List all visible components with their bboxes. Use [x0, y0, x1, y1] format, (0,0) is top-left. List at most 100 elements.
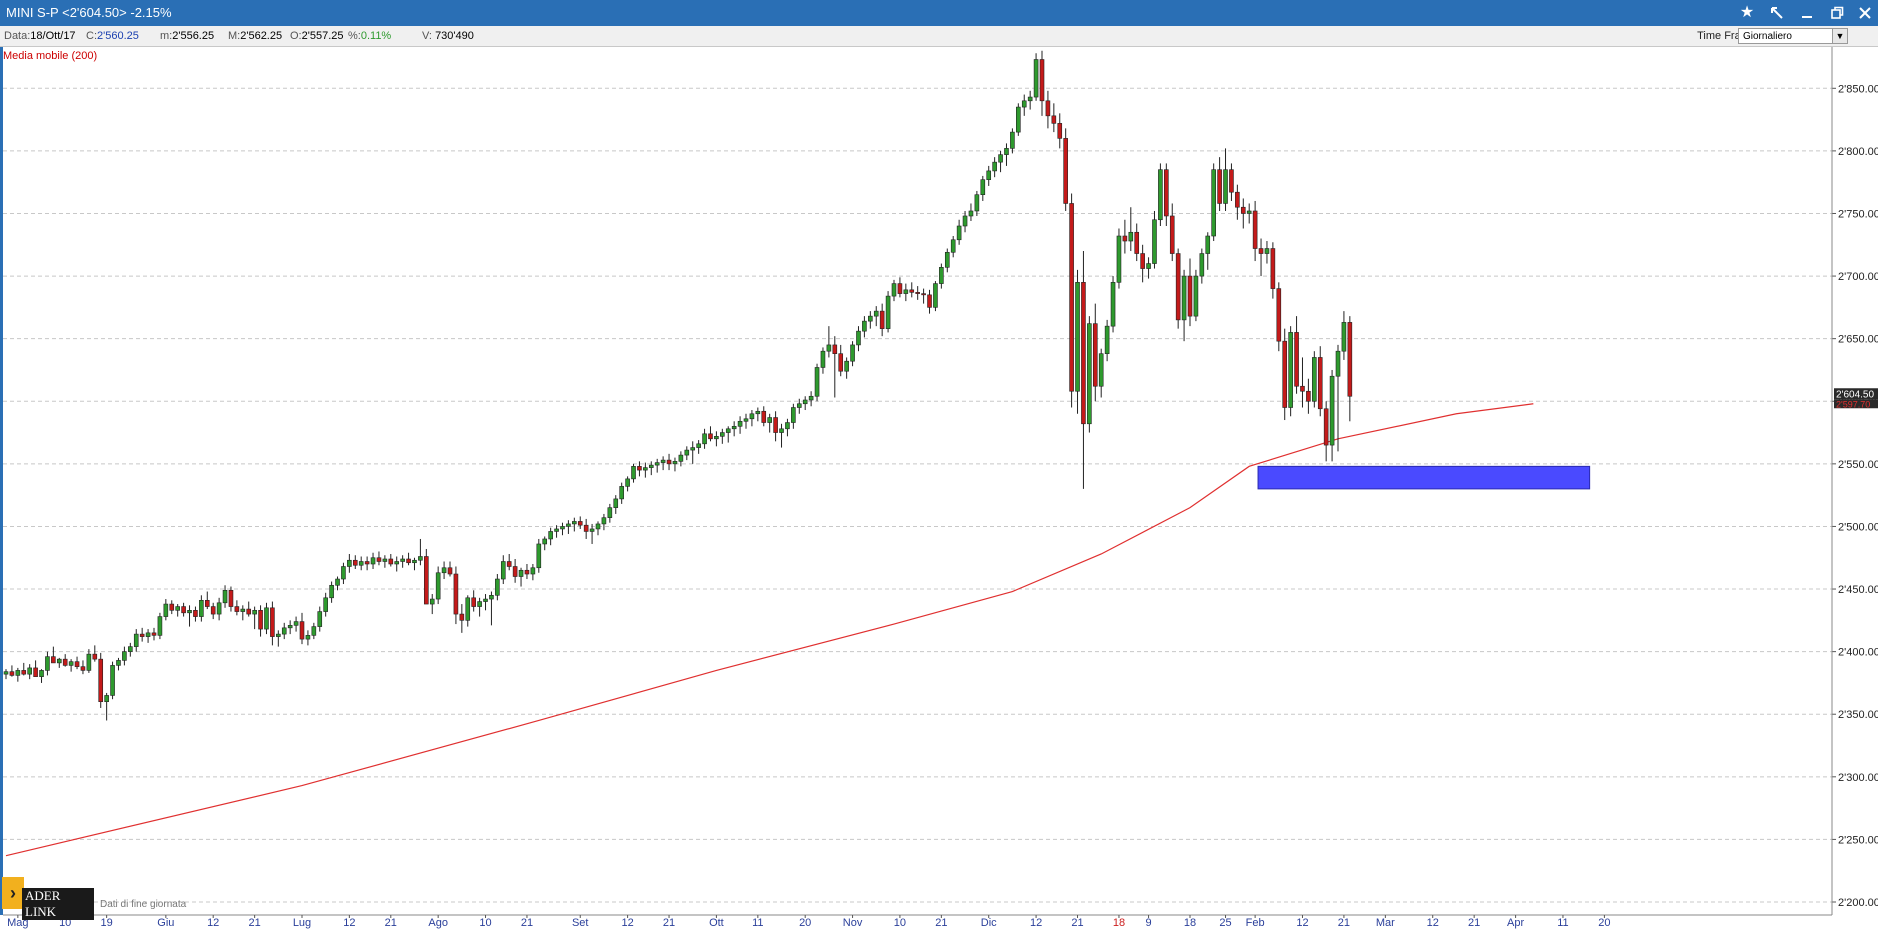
volume-value: 730'490: [435, 30, 474, 42]
candle-body: [891, 283, 897, 297]
candle-body: [1140, 253, 1145, 269]
candle-body: [802, 399, 808, 405]
candle-body: [631, 466, 636, 480]
x-tick-label: 11: [752, 917, 763, 929]
candle-body: [9, 671, 15, 676]
candle-body: [1223, 169, 1228, 204]
candle-body: [1300, 385, 1305, 392]
candle-body: [933, 283, 938, 308]
candle-body: [1092, 323, 1098, 387]
candle-body: [1110, 282, 1116, 327]
min-value: 2'556.25: [172, 30, 215, 42]
restore-icon[interactable]: [1826, 3, 1848, 23]
candle-body: [210, 606, 216, 615]
candle-body: [921, 293, 926, 296]
candle-body: [1264, 248, 1270, 254]
candle-body: [264, 607, 269, 630]
candle-body: [1069, 203, 1074, 392]
candle-body: [589, 528, 595, 532]
candle-body: [826, 344, 832, 352]
y-tick-label: 2'450.00: [1838, 584, 1878, 596]
candle-body: [299, 621, 305, 640]
candle-body: [950, 239, 956, 253]
candle-body: [347, 559, 352, 567]
candle-body: [637, 466, 642, 471]
candle-body: [92, 653, 98, 660]
y-tick-label: 2'750.00: [1838, 208, 1878, 220]
candle-body: [678, 454, 684, 462]
candle-body: [613, 498, 619, 508]
candle-body: [607, 507, 613, 518]
candle-body: [725, 428, 731, 433]
timeframe-select[interactable]: Giornaliero ▼: [1738, 28, 1848, 44]
candle-body: [773, 417, 778, 433]
candle-body: [708, 433, 713, 440]
candle-body: [1329, 375, 1335, 446]
candle-body: [193, 610, 198, 617]
candle-body: [566, 523, 571, 527]
close-icon[interactable]: [1854, 3, 1876, 23]
candle-body: [406, 558, 411, 564]
candle-body: [998, 154, 1003, 163]
candle-body: [56, 658, 62, 664]
candle-body: [862, 320, 867, 332]
x-tick-label: 21: [1338, 917, 1350, 929]
candle-body: [1175, 253, 1181, 321]
candle-body: [1187, 275, 1193, 317]
x-tick-label: Ott: [709, 917, 724, 929]
x-tick-label: 11: [1557, 917, 1568, 929]
candle-body: [169, 603, 175, 611]
candle-body: [814, 367, 820, 397]
candle-body: [465, 597, 471, 621]
candle-body: [791, 407, 796, 423]
x-tick-label: Dic: [981, 917, 997, 929]
candle-body: [317, 611, 323, 627]
quote-info-bar: Data:18/Ott/17 C:2'560.25 m:2'556.25 M:2…: [0, 26, 1878, 47]
candle-body: [122, 651, 127, 661]
candle-body: [453, 573, 459, 615]
candlestick-chart[interactable]: 2'200.00 2'250.00 2'300.00 2'350.00 2'400.00…: [0, 47, 1878, 929]
candle-body: [1010, 131, 1015, 149]
date-label: Data:: [4, 30, 31, 42]
candle-body: [27, 667, 32, 675]
candle-body: [1193, 275, 1199, 317]
minimize-icon[interactable]: [1796, 3, 1818, 23]
candle-body: [246, 608, 252, 615]
candle-body: [583, 524, 589, 532]
timeframe-value: Giornaliero: [1743, 31, 1792, 42]
candle-body: [240, 608, 246, 612]
close-value: 2'560.25: [97, 30, 139, 42]
candle-body: [157, 616, 163, 636]
x-tick-label: 21: [385, 917, 397, 929]
candle-body: [495, 578, 500, 596]
candle-body: [370, 557, 376, 565]
candle-body: [270, 607, 275, 637]
x-tick-label: 19: [101, 917, 113, 929]
candle-body: [506, 561, 512, 567]
x-tick-label: Feb: [1246, 917, 1265, 929]
candle-body: [252, 610, 257, 615]
max-value: 2'562.25: [240, 30, 283, 42]
candle-body: [1181, 275, 1187, 321]
moving-average-legend: Media mobile (200): [3, 50, 98, 62]
draw-tool-icon[interactable]: [1766, 3, 1788, 23]
candle-body: [980, 179, 986, 196]
chart-area[interactable]: 2'200.00 2'250.00 2'300.00 2'350.00 2'400.00…: [0, 47, 1878, 929]
candle-body: [654, 462, 660, 466]
candle-body: [116, 660, 121, 666]
candle-body: [968, 210, 974, 217]
x-tick-label: 18: [1184, 917, 1196, 929]
candle-body: [228, 589, 234, 607]
candle-body: [305, 635, 311, 640]
candle-body: [1075, 282, 1080, 392]
candle-body: [21, 670, 27, 675]
candle-body: [838, 353, 844, 372]
star-icon[interactable]: ★: [1736, 3, 1758, 23]
candle-body: [376, 557, 382, 562]
candle-body: [702, 433, 707, 445]
chevron-down-icon: ▼: [1832, 29, 1847, 43]
x-tick-label: 18: [1113, 917, 1125, 929]
candle-body: [1004, 148, 1009, 155]
candle-body: [619, 486, 624, 500]
candle-body: [80, 666, 86, 671]
